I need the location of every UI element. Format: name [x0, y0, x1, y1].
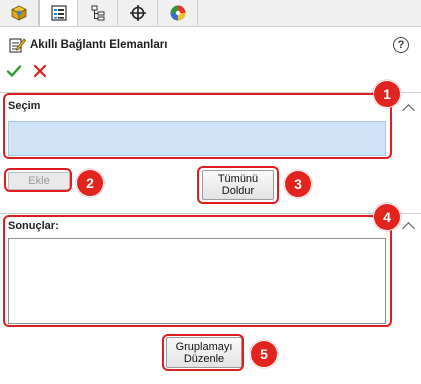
callout-badge-3: 3	[284, 170, 312, 198]
highlight-fill-all-button	[197, 166, 279, 204]
crosshair-icon	[130, 4, 146, 21]
appearance-icon	[170, 5, 186, 20]
callout-badge-2: 2	[76, 169, 104, 197]
collapse-results-icon[interactable]	[402, 222, 415, 235]
help-button[interactable]: ?	[393, 37, 409, 53]
callout-badge-4: 4	[373, 203, 401, 231]
tab-dimxpert-manager[interactable]	[119, 0, 158, 25]
feature-manager-icon	[11, 5, 27, 21]
tab-display-manager[interactable]	[159, 0, 198, 25]
highlight-selection	[3, 93, 392, 159]
highlight-add-button	[4, 168, 72, 192]
smart-fastener-icon	[9, 38, 26, 53]
checkmark-icon[interactable]	[6, 63, 22, 79]
close-icon[interactable]	[33, 64, 47, 78]
divider	[0, 213, 421, 214]
highlight-results	[3, 215, 392, 327]
property-manager-icon	[50, 5, 67, 21]
callout-badge-5: 5	[250, 340, 278, 368]
tab-property-manager[interactable]	[39, 0, 78, 26]
tab-configuration-manager[interactable]	[79, 0, 118, 25]
manager-tab-bar	[0, 0, 421, 27]
callout-badge-1: 1	[373, 80, 401, 108]
collapse-selection-icon[interactable]	[402, 104, 415, 117]
highlight-edit-grouping-button	[162, 334, 244, 371]
panel-title: Akıllı Bağlantı Elemanları	[30, 39, 168, 51]
configuration-manager-icon	[91, 5, 105, 20]
tab-feature-manager[interactable]	[0, 0, 39, 25]
